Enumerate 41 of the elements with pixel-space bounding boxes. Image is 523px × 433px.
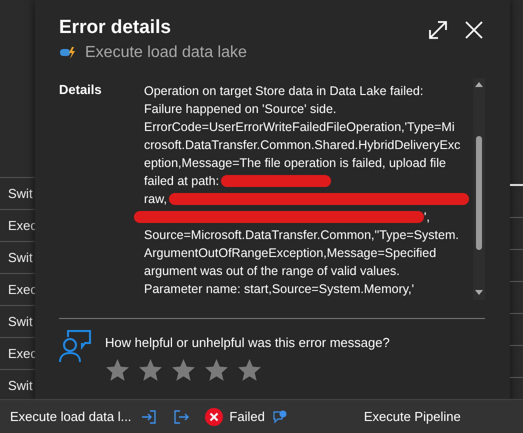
activity-row[interactable]: Execute load data l... Failed Execute Pipeline <box>0 399 523 433</box>
error-message-line: Parameter name: start,Source=System.Memory,' <box>144 281 414 298</box>
error-message-line: failed at path: <box>144 173 220 190</box>
scrollbar[interactable] <box>473 78 485 300</box>
error-icon <box>205 408 224 426</box>
status-text: Failed <box>229 409 265 424</box>
error-message-line: eption,Message=The file operation is failed, upload file <box>144 155 446 172</box>
activity-name: Swit <box>8 250 33 265</box>
star-icon[interactable] <box>171 358 196 382</box>
output-icon[interactable] <box>173 408 190 424</box>
error-message-line: crosoft.DataTransfer.Common.Shared.HybridDeliveryExc <box>144 137 460 154</box>
star-icon[interactable] <box>204 358 229 382</box>
activity-name: Execute load data l... <box>10 409 132 424</box>
close-icon[interactable] <box>463 19 485 41</box>
error-message-line: Operation on target Store data in Data Lake failed: <box>144 83 424 100</box>
error-message-line: ErrorCode=UserErrorWriteFailedFileOperation,'Type=Mi <box>144 119 455 136</box>
chat-icon[interactable] <box>272 410 287 424</box>
activity-name: Exec <box>8 218 37 233</box>
expand-icon[interactable] <box>427 19 449 41</box>
star-icon[interactable] <box>237 358 262 382</box>
star-icon[interactable] <box>105 358 130 382</box>
feedback-icon <box>59 329 91 363</box>
pipeline-icon <box>59 46 77 60</box>
error-message-line: Source=Microsoft.DataTransfer.Common,''Type=System. <box>144 227 459 244</box>
activity-subtitle: Execute load data lake <box>85 44 247 62</box>
feedback-question: How helpful or unhelpful was this error message? <box>105 335 390 350</box>
star-icon[interactable] <box>138 358 163 382</box>
activity-name: Swit <box>8 314 33 329</box>
error-message-line: raw, <box>144 191 167 208</box>
activity-name: Exec <box>8 282 37 297</box>
activity-name: Swit <box>8 378 33 393</box>
error-message-line: ', <box>424 209 430 226</box>
input-icon[interactable] <box>141 408 158 424</box>
error-message-line: ArgumentOutOfRangeException,Message=Specified <box>144 245 436 262</box>
error-message-line: argument was out of the range of valid values. <box>144 263 400 280</box>
activity-name: Exec <box>8 346 37 361</box>
details-label: Details <box>59 82 103 99</box>
dialog-title: Error details <box>59 17 171 39</box>
error-message-line: Failure happened on 'Source' side. <box>144 101 336 118</box>
activity-type: Execute Pipeline <box>364 409 461 424</box>
activity-name: Swit <box>8 186 33 201</box>
